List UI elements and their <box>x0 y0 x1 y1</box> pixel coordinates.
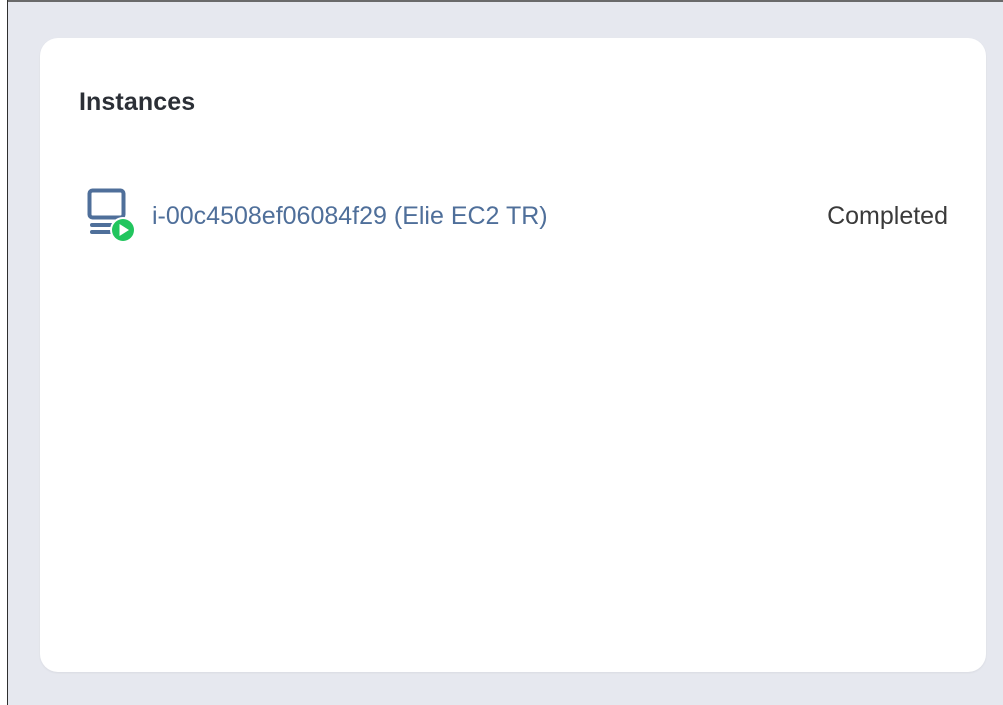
window-top-border <box>0 0 1003 2</box>
instance-running-icon <box>86 188 140 244</box>
instance-name-link[interactable]: i-00c4508ef06084f29 (Elie EC2 TR) <box>152 202 548 231</box>
instance-status: Completed <box>827 201 948 230</box>
panel-title: Instances <box>79 88 196 116</box>
instances-panel: Instances i-00c4508ef06084f29 (Elie EC2 … <box>40 38 986 672</box>
instance-row[interactable]: i-00c4508ef06084f29 (Elie EC2 TR) Comple… <box>86 188 948 244</box>
window-left-border <box>0 0 8 705</box>
